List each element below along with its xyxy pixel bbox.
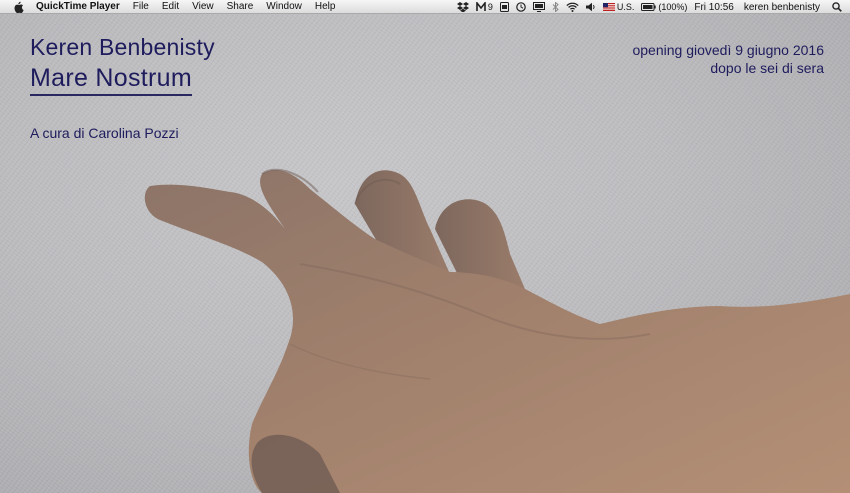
- app-menu[interactable]: QuickTime Player: [36, 0, 120, 14]
- menu-help[interactable]: Help: [315, 0, 336, 14]
- apple-menu-icon[interactable]: [11, 1, 25, 13]
- artist-name: Keren Benbenisty: [30, 34, 215, 60]
- menu-edit[interactable]: Edit: [162, 0, 179, 14]
- keyboard-layout: U.S.: [616, 2, 635, 12]
- exhibition-title: Mare Nostrum: [30, 64, 192, 96]
- menubar: QuickTime Player File Edit View Share Wi…: [0, 0, 850, 14]
- opening-date: opening giovedì 9 giugno 2016: [632, 42, 824, 58]
- menu-window[interactable]: Window: [266, 0, 302, 14]
- volume-icon[interactable]: [585, 0, 596, 14]
- wifi-icon[interactable]: [566, 0, 579, 14]
- battery-percent: (100%): [658, 2, 688, 12]
- dropbox-icon[interactable]: [456, 0, 469, 14]
- notification-icon[interactable]: 9: [476, 0, 493, 14]
- movie-frame: Keren Benbenisty Mare Nostrum A cura di …: [0, 14, 850, 493]
- notification-count: 9: [487, 2, 493, 12]
- time-machine-icon[interactable]: [516, 0, 526, 14]
- clipboard-icon[interactable]: [499, 0, 509, 14]
- menu-file[interactable]: File: [133, 0, 149, 14]
- keyboard-flag-icon[interactable]: U.S.: [602, 0, 635, 14]
- menu-share[interactable]: Share: [227, 0, 254, 14]
- opening-time: dopo le sei di sera: [710, 60, 824, 76]
- bluetooth-icon[interactable]: [552, 0, 559, 14]
- clock[interactable]: Fri 10:56: [694, 0, 733, 14]
- menu-view[interactable]: View: [192, 0, 214, 14]
- opening-info: opening giovedì 9 giugno 2016 dopo le se…: [632, 41, 824, 77]
- display-icon[interactable]: [532, 0, 545, 14]
- spotlight-search-icon[interactable]: [832, 0, 842, 14]
- battery-icon[interactable]: (100%): [641, 0, 687, 14]
- curator-credit: A cura di Carolina Pozzi: [30, 125, 179, 141]
- status-area: 9 U.S. (100%) Fri 10:56 keren benbenisty: [450, 0, 842, 14]
- user-menu[interactable]: keren benbenisty: [744, 0, 820, 14]
